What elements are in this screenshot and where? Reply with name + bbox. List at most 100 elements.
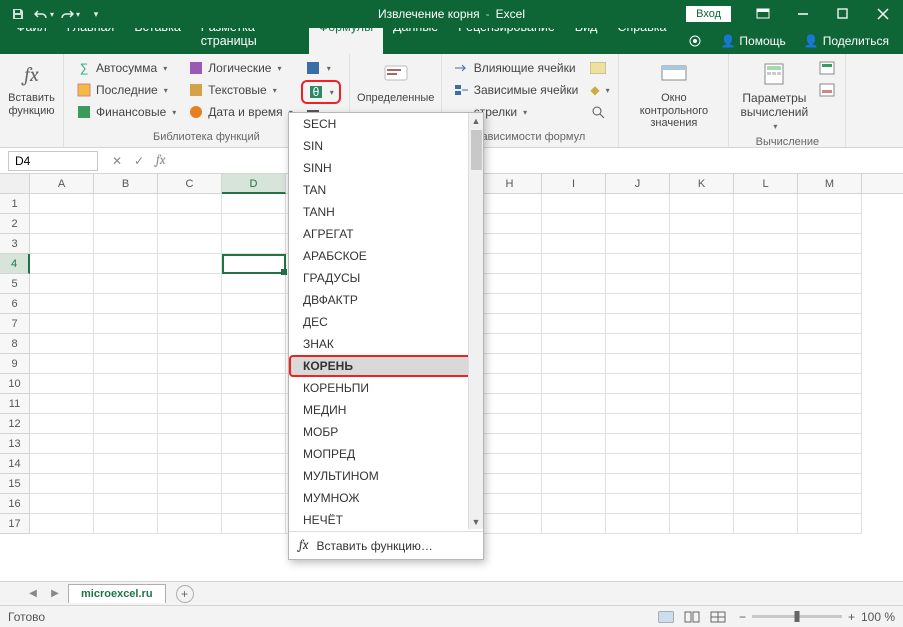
fx-icon[interactable]: fx: [156, 153, 166, 168]
cell[interactable]: [734, 234, 798, 254]
cell[interactable]: [542, 234, 606, 254]
cell[interactable]: [734, 254, 798, 274]
cell[interactable]: [478, 374, 542, 394]
cell[interactable]: [734, 474, 798, 494]
cell[interactable]: [606, 354, 670, 374]
cell[interactable]: [734, 414, 798, 434]
cell[interactable]: [606, 414, 670, 434]
cell[interactable]: [734, 274, 798, 294]
row-header[interactable]: 7: [0, 314, 30, 334]
defined-names-button[interactable]: Определенные: [356, 56, 436, 107]
cell[interactable]: [30, 274, 94, 294]
row-header[interactable]: 6: [0, 294, 30, 314]
cell[interactable]: [734, 394, 798, 414]
recent-button[interactable]: Последние▾: [72, 80, 180, 100]
cell[interactable]: [798, 274, 862, 294]
cell[interactable]: [478, 434, 542, 454]
cell[interactable]: [606, 194, 670, 214]
cell[interactable]: [670, 394, 734, 414]
cell[interactable]: [94, 274, 158, 294]
cell[interactable]: [670, 234, 734, 254]
zoom-in-icon[interactable]: +: [848, 610, 855, 624]
cell[interactable]: [222, 314, 286, 334]
page-break-icon[interactable]: [706, 608, 730, 626]
cell[interactable]: [30, 194, 94, 214]
cell[interactable]: [158, 374, 222, 394]
name-box[interactable]: D4: [8, 151, 98, 171]
error-check-button[interactable]: ◆▾: [586, 80, 610, 100]
cell[interactable]: [94, 254, 158, 274]
cell[interactable]: [734, 374, 798, 394]
fn-item-sin[interactable]: SIN: [289, 135, 483, 157]
cell[interactable]: [222, 254, 286, 274]
cell[interactable]: [30, 474, 94, 494]
cancel-icon[interactable]: ✕: [106, 150, 128, 172]
cell[interactable]: [222, 274, 286, 294]
cell[interactable]: [670, 414, 734, 434]
cell[interactable]: [222, 494, 286, 514]
cell[interactable]: [542, 494, 606, 514]
cell[interactable]: [158, 234, 222, 254]
cell[interactable]: [222, 194, 286, 214]
cell[interactable]: [606, 314, 670, 334]
cell[interactable]: [670, 514, 734, 534]
cell[interactable]: [734, 334, 798, 354]
cell[interactable]: [222, 394, 286, 414]
cell[interactable]: [670, 194, 734, 214]
cell[interactable]: [478, 454, 542, 474]
col-header[interactable]: A: [30, 174, 94, 193]
cell[interactable]: [222, 434, 286, 454]
cell[interactable]: [670, 274, 734, 294]
fn-item-кореньпи[interactable]: КОРЕНЬПИ: [289, 377, 483, 399]
cell[interactable]: [670, 494, 734, 514]
cell[interactable]: [542, 354, 606, 374]
sheet-tab[interactable]: microexcel.ru: [68, 584, 166, 603]
cell[interactable]: [542, 274, 606, 294]
cell[interactable]: [222, 354, 286, 374]
cell[interactable]: [478, 254, 542, 274]
trace-precedents-button[interactable]: Влияющие ячейки: [450, 58, 583, 78]
cell[interactable]: [606, 334, 670, 354]
cell[interactable]: [94, 294, 158, 314]
cell[interactable]: [30, 214, 94, 234]
zoom-level[interactable]: 100 %: [861, 610, 895, 624]
add-sheet-button[interactable]: +: [176, 585, 194, 603]
cell[interactable]: [478, 394, 542, 414]
row-header[interactable]: 4: [0, 254, 30, 274]
cell[interactable]: [734, 294, 798, 314]
cell[interactable]: [542, 514, 606, 534]
page-layout-icon[interactable]: [680, 608, 704, 626]
cell[interactable]: [478, 334, 542, 354]
row-header[interactable]: 3: [0, 234, 30, 254]
cell[interactable]: [30, 234, 94, 254]
financial-button[interactable]: Финансовые▾: [72, 102, 180, 122]
cell[interactable]: [94, 454, 158, 474]
cell[interactable]: [30, 514, 94, 534]
fn-item-мультином[interactable]: МУЛЬТИНОМ: [289, 465, 483, 487]
cell[interactable]: [478, 474, 542, 494]
fn-item-tanh[interactable]: TANH: [289, 201, 483, 223]
fn-item-агрегат[interactable]: АГРЕГАТ: [289, 223, 483, 245]
cell[interactable]: [94, 234, 158, 254]
row-header[interactable]: 14: [0, 454, 30, 474]
fn-item-мопред[interactable]: МОПРЕД: [289, 443, 483, 465]
save-icon[interactable]: [6, 2, 30, 26]
cell[interactable]: [158, 454, 222, 474]
cell[interactable]: [158, 494, 222, 514]
cell[interactable]: [798, 254, 862, 274]
cell[interactable]: [94, 414, 158, 434]
cell[interactable]: [734, 194, 798, 214]
cell[interactable]: [30, 454, 94, 474]
trace-dependents-button[interactable]: Зависимые ячейки: [450, 80, 583, 100]
cell[interactable]: [542, 434, 606, 454]
sheet-nav-next-icon[interactable]: ▶: [46, 585, 64, 603]
cell[interactable]: [158, 354, 222, 374]
scroll-thumb[interactable]: [471, 130, 482, 170]
cell[interactable]: [94, 374, 158, 394]
fn-item-двфактр[interactable]: ДВФАКТР: [289, 289, 483, 311]
enter-icon[interactable]: ✓: [128, 150, 150, 172]
cell[interactable]: [30, 354, 94, 374]
fn-item-дес[interactable]: ДЕС: [289, 311, 483, 333]
row-header[interactable]: 9: [0, 354, 30, 374]
cell[interactable]: [30, 394, 94, 414]
